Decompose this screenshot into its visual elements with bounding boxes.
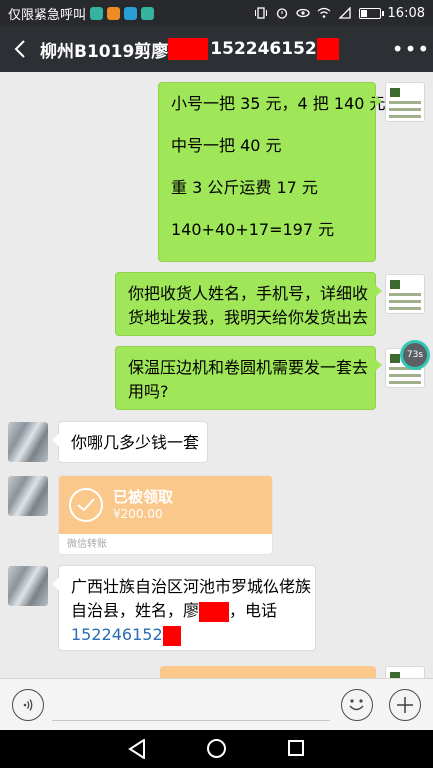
back-arrow-icon: [14, 40, 25, 58]
redaction-box: [316, 38, 339, 60]
voice-icon: [23, 699, 33, 711]
chat-title: 柳州B1019剪廖 152246152: [40, 37, 339, 62]
message-list[interactable]: 小号一把 35 元，4 把 140 元 中号一把 40 元 重 3 公斤运费 1…: [0, 72, 433, 678]
back-button[interactable]: [0, 26, 40, 72]
nav-home-icon[interactable]: [207, 739, 226, 758]
message-line: 152246152: [71, 623, 303, 647]
my-avatar[interactable]: [385, 82, 425, 122]
wifi-icon: [317, 7, 330, 18]
my-avatar[interactable]: [385, 666, 425, 678]
navigation-bar: [0, 730, 433, 768]
transfer-card-partial[interactable]: [160, 666, 376, 678]
message-line: 140+40+17=197 元: [171, 220, 335, 239]
transfer-footer: 微信转账: [67, 539, 107, 550]
contact-avatar[interactable]: [8, 566, 48, 606]
status-left: 仅限紧急呼叫: [8, 4, 155, 23]
message-line: 用吗?: [128, 382, 169, 401]
notification-app-icon: [107, 6, 121, 20]
redaction-box: [199, 601, 230, 622]
plus-icon: [397, 697, 413, 713]
message-input[interactable]: [52, 689, 330, 721]
contact-phone: 152246152: [210, 39, 317, 59]
battery-icon: [358, 7, 384, 19]
contact-name: 柳州B1019剪廖: [40, 41, 169, 62]
plus-button[interactable]: [389, 689, 421, 721]
message-line: 货地址发我，我明天给你发货出去: [128, 308, 369, 327]
message-line: 广西壮族自治区河池市罗城仫佬族: [71, 577, 312, 596]
status-bar: 仅限紧急呼叫 16:08: [0, 0, 433, 26]
message-line: 保温压边机和卷圆机需要发一套去: [128, 358, 369, 377]
contact-avatar[interactable]: [8, 476, 48, 516]
notification-app-icon: [141, 6, 155, 20]
transfer-status: 已被领取: [113, 488, 174, 506]
redaction-box: [168, 38, 209, 60]
nav-back-icon[interactable]: [128, 739, 146, 759]
message-line: 你把收货人姓名，手机号，详细收: [128, 284, 369, 303]
emergency-call-text: 仅限紧急呼叫: [8, 7, 87, 23]
message-line: 自治县，姓名，廖 ，电话: [71, 599, 303, 623]
transfer-card-top: 已被领取 ¥200.00: [59, 476, 272, 534]
eye-icon: [295, 8, 310, 18]
transfer-card[interactable]: 已被领取 ¥200.00 微信转账: [58, 475, 273, 555]
check-icon: [69, 488, 103, 522]
status-right: 16:08: [254, 6, 425, 21]
message-line: 中号一把 40 元: [171, 136, 282, 155]
emoji-icon: [349, 699, 364, 711]
address-text: 自治县，姓名，廖: [71, 601, 200, 620]
floating-timer-widget[interactable]: 73s: [400, 340, 430, 370]
message-bubble-received[interactable]: 广西壮族自治区河池市罗城仫佬族 自治县，姓名，廖 ，电话 152246152: [52, 565, 316, 651]
redaction-box: [162, 625, 181, 646]
message-bubble-received[interactable]: 你哪几多少钱一套: [52, 421, 208, 463]
message-line: 重 3 公斤运费 17 元: [171, 178, 318, 197]
message-bubble-sent[interactable]: 你把收货人姓名，手机号，详细收 货地址发我，我明天给你发货出去: [115, 272, 382, 336]
transfer-amount: ¥200.00: [113, 507, 163, 521]
message-line: 你哪几多少钱一套: [71, 433, 200, 452]
my-avatar[interactable]: [385, 274, 425, 314]
voice-button[interactable]: [12, 689, 44, 721]
chat-header: 柳州B1019剪廖 152246152 •••: [0, 26, 433, 72]
emoji-button[interactable]: [341, 689, 373, 721]
vibrate-icon: [254, 7, 267, 19]
notification-app-icon: [124, 6, 138, 20]
message-line: 小号一把 35 元，4 把 140 元: [171, 94, 386, 113]
clock: 16:08: [387, 5, 425, 21]
phone-label: ，电话: [229, 601, 278, 620]
notification-app-icon: [90, 6, 104, 20]
message-bubble-sent[interactable]: 保温压边机和卷圆机需要发一套去 用吗?: [115, 346, 382, 410]
more-options-button[interactable]: •••: [389, 26, 433, 72]
alarm-icon: [276, 8, 287, 19]
message-bubble-sent[interactable]: 小号一把 35 元，4 把 140 元 中号一把 40 元 重 3 公斤运费 1…: [158, 82, 386, 262]
no-sim-icon: [337, 7, 351, 19]
input-bar: [0, 678, 433, 730]
phone-link[interactable]: 152246152: [71, 625, 163, 644]
nav-recents-icon[interactable]: [288, 740, 304, 756]
contact-avatar[interactable]: [8, 422, 48, 462]
